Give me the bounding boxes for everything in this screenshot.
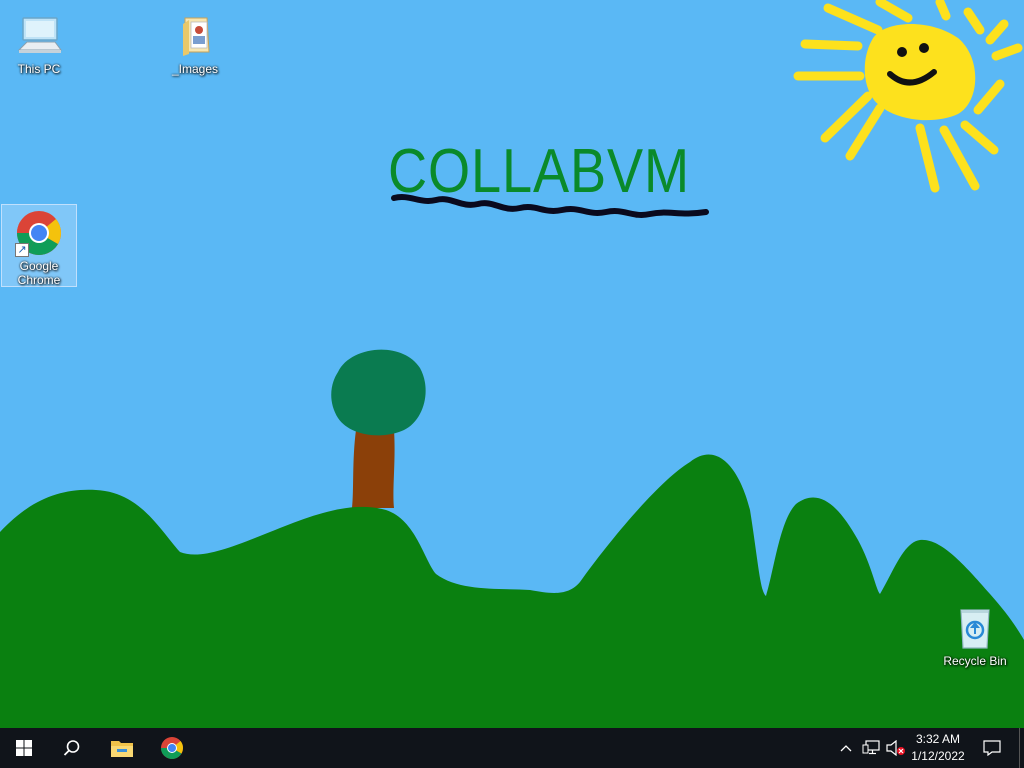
network-button[interactable]: [860, 728, 882, 768]
shortcut-arrow-icon: ↗: [15, 243, 29, 257]
start-button[interactable]: [0, 728, 48, 768]
desktop-icon-google-chrome[interactable]: ↗ Google Chrome: [1, 204, 77, 287]
network-icon: [862, 740, 880, 755]
desktop-icon-recycle-bin[interactable]: Recycle Bin: [938, 600, 1012, 668]
file-explorer-icon: [111, 741, 133, 757]
search-button[interactable]: [48, 728, 96, 768]
desktop-icon-label: Recycle Bin: [943, 654, 1007, 668]
desktop-icon-label: _Images: [171, 62, 219, 76]
desktop-icon-label: Google Chrome: [17, 259, 61, 287]
clock-date: 1/12/2022: [911, 749, 965, 763]
desktop-icon-images-folder[interactable]: _Images: [158, 8, 232, 76]
action-center-button[interactable]: [976, 728, 1008, 768]
chrome-icon: ↗: [15, 209, 63, 257]
taskbar-file-explorer[interactable]: [98, 728, 146, 768]
desktop-icon-this-pc[interactable]: This PC: [2, 8, 76, 76]
desktop-icon-label: This PC: [17, 62, 61, 76]
taskbar-chrome[interactable]: [148, 728, 196, 768]
taskbar-clock[interactable]: 3:32 AM 1/12/2022: [900, 728, 976, 768]
wallpaper-title: COLLABVM: [388, 137, 690, 206]
chevron-up-icon: [840, 745, 852, 752]
desktop-wallpaper: COLLABVM: [0, 0, 1024, 728]
clock-time: 3:32 AM: [915, 732, 961, 746]
recycle-bin-icon: [951, 604, 999, 652]
chrome-icon: [161, 737, 184, 759]
taskbar: 3:32 AM 1/12/2022: [0, 728, 1024, 768]
action-center-icon: [983, 740, 1001, 756]
folder-icon: [171, 12, 219, 60]
show-hidden-icons-button[interactable]: [836, 728, 856, 768]
computer-icon: [15, 12, 63, 60]
show-desktop-button[interactable]: [1019, 728, 1024, 768]
search-icon: [63, 740, 80, 756]
windows-start-icon: [16, 740, 32, 756]
